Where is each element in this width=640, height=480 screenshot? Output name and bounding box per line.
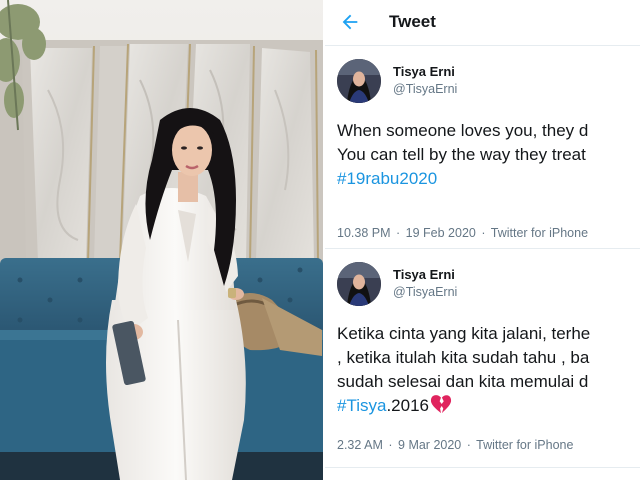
tweet-date[interactable]: 9 Mar 2020	[398, 438, 461, 452]
tweet-text-line: sudah selesai dan kita memulai d	[337, 372, 589, 391]
tweet-time[interactable]: 10.38 PM	[337, 226, 391, 240]
user-handle[interactable]: @TisyaErni	[393, 285, 457, 299]
meta-separator: ·	[466, 438, 471, 452]
user-display-name[interactable]: Tisya Erni	[393, 267, 455, 282]
woman-on-sofa-photo	[0, 0, 323, 480]
tweet-source[interactable]: Twitter for iPhone	[491, 226, 588, 240]
hashtag-suffix: .2016	[386, 396, 429, 415]
profile-photo-icon	[337, 59, 381, 103]
tweet-date[interactable]: 19 Feb 2020	[406, 226, 476, 240]
tweet-meta: 2.32 AM · 9 Mar 2020 · Twitter for iPhon…	[337, 438, 573, 452]
meta-separator: ·	[481, 226, 486, 240]
tweet-time[interactable]: 2.32 AM	[337, 438, 383, 452]
broken-heart-icon	[430, 395, 452, 414]
avatar[interactable]	[337, 262, 381, 306]
tweet-source[interactable]: Twitter for iPhone	[476, 438, 573, 452]
user-display-name[interactable]: Tisya Erni	[393, 64, 455, 79]
tweet-header: Tweet	[325, 0, 640, 46]
tweet-card[interactable]: Tisya Erni @TisyaErni When someone loves…	[325, 47, 640, 249]
back-arrow-icon[interactable]	[339, 11, 361, 33]
hashtag-link[interactable]: #Tisya	[337, 396, 386, 415]
tweet-card[interactable]: Tisya Erni @TisyaErni Ketika cinta yang …	[325, 250, 640, 468]
photo-panel	[0, 0, 323, 480]
tweet-text: When someone loves you, they d You can t…	[337, 119, 640, 191]
tweet-text-line: , ketika itulah kita sudah tahu , ba	[337, 348, 590, 367]
tweet-text-line: You can tell by the way they treat	[337, 145, 586, 164]
avatar[interactable]	[337, 59, 381, 103]
tweet-panel: Tweet Tisya Erni @TisyaErni When someone…	[325, 0, 640, 480]
meta-separator: ·	[388, 438, 393, 452]
tweet-text-line: When someone loves you, they d	[337, 121, 589, 140]
meta-separator: ·	[396, 226, 401, 240]
tweet-meta: 10.38 PM · 19 Feb 2020 · Twitter for iPh…	[337, 226, 588, 240]
tweet-text-line: Ketika cinta yang kita jalani, terhe	[337, 324, 591, 343]
tweet-text: Ketika cinta yang kita jalani, terhe , k…	[337, 322, 640, 418]
profile-photo-icon	[337, 262, 381, 306]
page-title: Tweet	[389, 12, 436, 31]
hashtag-link[interactable]: #19rabu2020	[337, 169, 437, 188]
user-handle[interactable]: @TisyaErni	[393, 82, 457, 96]
